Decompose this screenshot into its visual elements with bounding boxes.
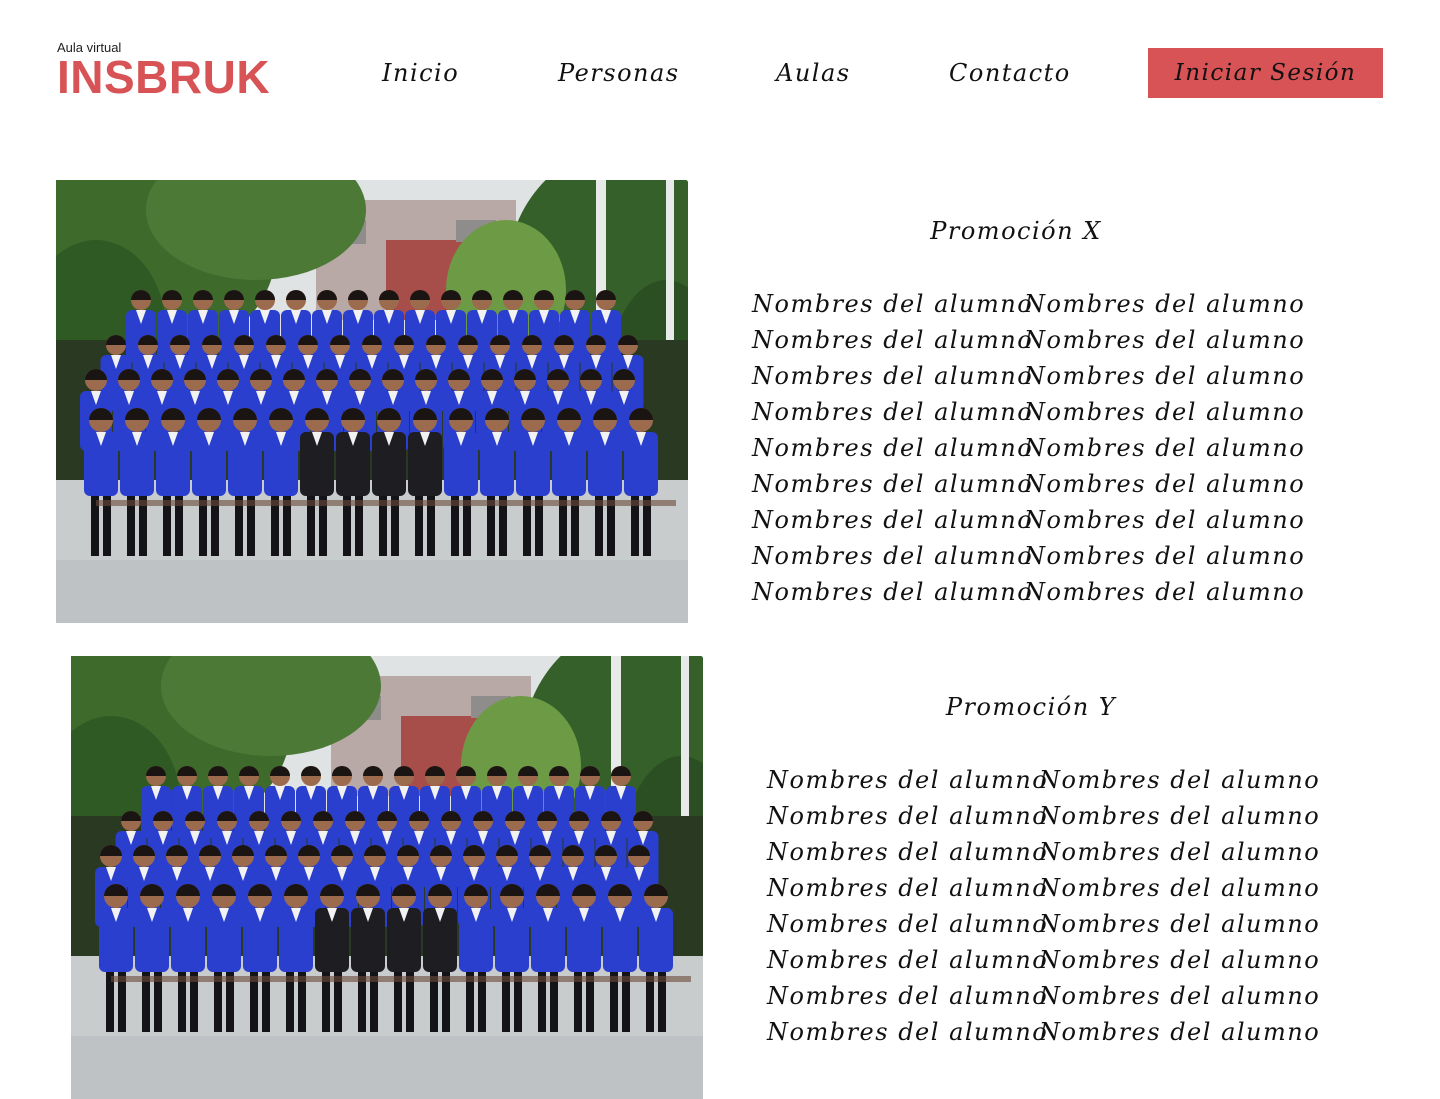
student-name: Nombres del alumno [767,838,1049,866]
student-name: Nombres del alumno [767,766,1049,794]
student-name: Nombres del alumno [1024,542,1306,570]
student-name: Nombres del alumno [1024,434,1306,462]
student-name: Nombres del alumno [1024,362,1306,390]
student-name: Nombres del alumno [767,1018,1049,1046]
promotion-section-y: Promoción Y Nombres del alumno Nombres de… [0,656,1440,1099]
nav-aulas[interactable]: Aulas [776,56,851,90]
class-group-photo [71,656,703,1099]
student-names-list: Nombres del alumno Nombres del alumno Nomb… [767,762,1321,1050]
student-name: Nombres del alumno [1039,838,1321,866]
nav-inicio[interactable]: Inicio [382,56,459,90]
brand-logo[interactable]: Aula virtual INSBRUK [57,40,271,103]
student-name: Nombres del alumno [1039,946,1321,974]
student-name: Nombres del alumno [1024,398,1306,426]
promotion-title: Promoción X [930,217,1102,245]
student-name: Nombres del alumno [1039,982,1321,1010]
student-names-list: Nombres del alumno Nombres del alumno Nomb… [752,286,1306,610]
student-name: Nombres del alumno [1039,766,1321,794]
student-name: Nombres del alumno [767,874,1049,902]
promotion-section-x: Promoción X Nombres del alumno Nombres de… [0,180,1440,624]
student-name: Nombres del alumno [1039,910,1321,938]
student-name: Nombres del alumno [1039,874,1321,902]
student-name: Nombres del alumno [752,326,1034,354]
student-name: Nombres del alumno [752,578,1034,606]
student-name: Nombres del alumno [1024,470,1306,498]
class-group-photo [56,180,688,623]
student-name: Nombres del alumno [752,470,1034,498]
promotion-title: Promoción Y [945,693,1117,721]
student-name: Nombres del alumno [767,946,1049,974]
student-name: Nombres del alumno [1024,506,1306,534]
student-name: Nombres del alumno [752,290,1034,318]
student-name: Nombres del alumno [1039,1018,1321,1046]
student-name: Nombres del alumno [1039,802,1321,830]
login-button[interactable]: Iniciar Sesión [1148,48,1383,98]
student-name: Nombres del alumno [752,542,1034,570]
student-name: Nombres del alumno [752,362,1034,390]
student-name: Nombres del alumno [752,506,1034,534]
student-name: Nombres del alumno [752,434,1034,462]
student-name: Nombres del alumno [767,802,1049,830]
student-name: Nombres del alumno [767,910,1049,938]
student-name: Nombres del alumno [767,982,1049,1010]
nav-contacto[interactable]: Contacto [949,56,1071,90]
student-name: Nombres del alumno [1024,326,1306,354]
student-name: Nombres del alumno [752,398,1034,426]
nav-personas[interactable]: Personas [558,56,680,90]
student-name: Nombres del alumno [1024,578,1306,606]
student-name: Nombres del alumno [1024,290,1306,318]
brand-name: INSBRUK [57,51,271,103]
